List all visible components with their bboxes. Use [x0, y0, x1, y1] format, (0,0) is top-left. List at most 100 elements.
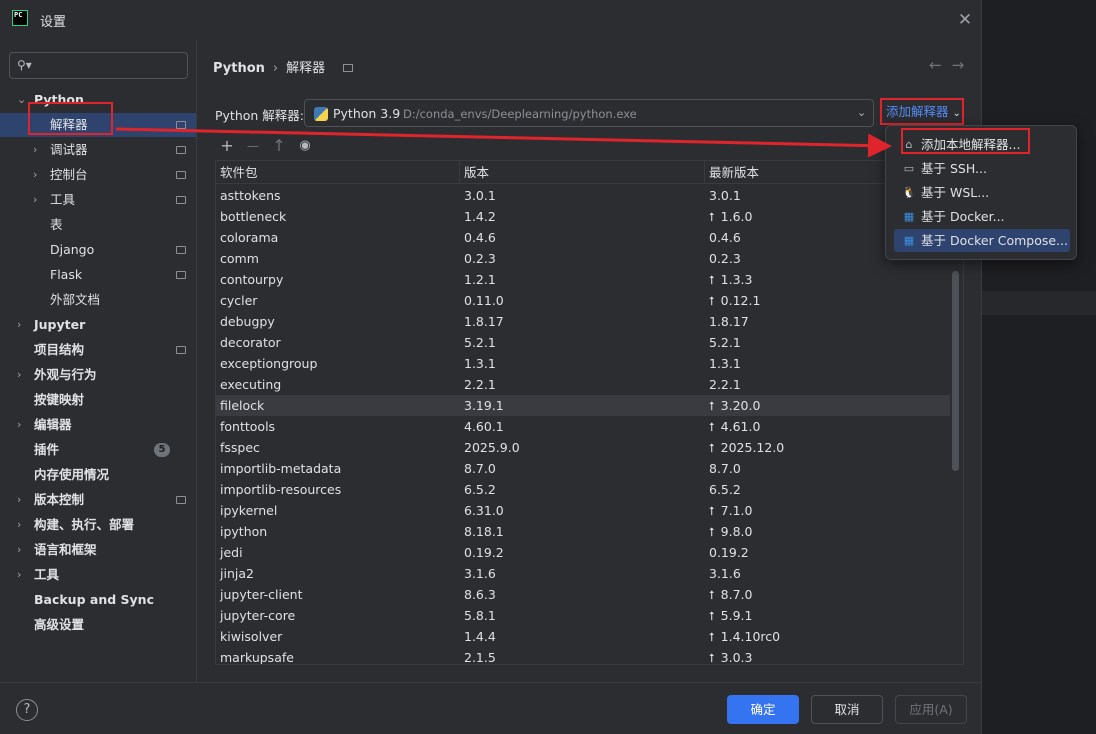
sidebar-item[interactable]: 项目结构	[0, 338, 196, 362]
sidebar-item-label: 表	[50, 217, 63, 232]
package-version-cell: 1.4.4	[464, 629, 496, 644]
table-row[interactable]: importlib-metadata 8.7.0 8.7.0	[216, 458, 950, 479]
table-scrollbar[interactable]	[952, 271, 959, 471]
chevron-down-icon[interactable]: ⌄	[17, 88, 26, 112]
sidebar-item[interactable]: › 外观与行为	[0, 363, 196, 387]
package-version-cell: 1.4.2	[464, 209, 496, 224]
sidebar-item-label: 控制台	[50, 167, 88, 182]
sidebar-item[interactable]: Flask	[0, 263, 196, 287]
add-package-icon[interactable]: +	[217, 136, 237, 156]
sidebar-item[interactable]: 内存使用情况	[0, 463, 196, 487]
table-row[interactable]: jupyter-core 5.8.1 ⭡ 5.9.1	[216, 605, 950, 626]
menu-item-label: 基于 Docker Compose...	[921, 233, 1068, 248]
table-row[interactable]: jinja2 3.1.6 3.1.6	[216, 563, 950, 584]
upgrade-package-icon[interactable]: ↑	[269, 136, 289, 156]
python-icon	[314, 107, 328, 121]
table-row[interactable]: debugpy 1.8.17 1.8.17	[216, 311, 950, 332]
table-row[interactable]: kiwisolver 1.4.4 ⭡ 1.4.10rc0	[216, 626, 950, 647]
sidebar-item[interactable]: Django	[0, 238, 196, 262]
table-row[interactable]: fonttools 4.60.1 ⭡ 4.61.0	[216, 416, 950, 437]
sidebar-item[interactable]: 高级设置	[0, 613, 196, 637]
project-scope-icon	[176, 196, 186, 204]
sidebar-item[interactable]: 外部文档	[0, 288, 196, 312]
package-name-cell: fsspec	[220, 440, 260, 455]
table-row[interactable]: jupyter-client 8.6.3 ⭡ 8.7.0	[216, 584, 950, 605]
close-icon[interactable]: ✕	[956, 11, 974, 29]
sidebar-item[interactable]: › 语言和框架	[0, 538, 196, 562]
interpreter-label: Python 解释器:	[215, 108, 305, 123]
sidebar-item[interactable]: › 编辑器	[0, 413, 196, 437]
package-name-cell: jinja2	[220, 566, 254, 581]
chevron-right-icon[interactable]: ›	[17, 313, 21, 337]
table-row[interactable]: asttokens 3.0.1 3.0.1	[216, 185, 950, 206]
column-header-package[interactable]: 软件包	[216, 161, 460, 184]
show-early-releases-eye-icon[interactable]: ◉	[295, 136, 315, 156]
table-row[interactable]: bottleneck 1.4.2 ⭡ 1.6.0	[216, 206, 950, 227]
column-header-version[interactable]: 版本	[460, 161, 705, 184]
table-row[interactable]: ipython 8.18.1 ⭡ 9.8.0	[216, 521, 950, 542]
menu-item[interactable]: ▦ 基于 Docker Compose...	[894, 229, 1070, 252]
sidebar-item[interactable]: 表	[0, 213, 196, 237]
chevron-right-icon[interactable]: ›	[17, 563, 21, 587]
chevron-right-icon[interactable]: ›	[17, 538, 21, 562]
table-row[interactable]: importlib-resources 6.5.2 6.5.2	[216, 479, 950, 500]
chevron-right-icon[interactable]: ›	[17, 363, 21, 387]
table-row[interactable]: jedi 0.19.2 0.19.2	[216, 542, 950, 563]
package-name-cell: fonttools	[220, 419, 276, 434]
sidebar-item[interactable]: Backup and Sync	[0, 588, 196, 612]
add-interpreter-button[interactable]: 添加解释器 ⌄	[880, 98, 964, 125]
table-row[interactable]: exceptiongroup 1.3.1 1.3.1	[216, 353, 950, 374]
apply-button[interactable]: 应用(A)	[895, 695, 967, 724]
package-name-cell: jupyter-core	[220, 608, 296, 623]
menu-item[interactable]: ▦ 基于 Docker...	[894, 205, 1070, 228]
table-row[interactable]: executing 2.2.1 2.2.1	[216, 374, 950, 395]
sidebar-item[interactable]: › 构建、执行、部署	[0, 513, 196, 537]
pycharm-logo-icon: PC	[12, 10, 28, 26]
help-icon[interactable]: ?	[16, 699, 38, 721]
table-row[interactable]: colorama 0.4.6 0.4.6	[216, 227, 950, 248]
chevron-right-icon[interactable]: ›	[17, 413, 21, 437]
menu-item[interactable]: ▭ 基于 SSH...	[894, 157, 1070, 180]
cancel-button[interactable]: 取消	[811, 695, 883, 724]
interpreter-select[interactable]: Python 3.9 D:/conda_envs/Deeplearning/py…	[304, 99, 874, 127]
table-row[interactable]: filelock 3.19.1 ⭡ 3.20.0	[216, 395, 950, 416]
sidebar-item-label: 高级设置	[34, 617, 85, 632]
chevron-right-icon[interactable]: ›	[33, 138, 37, 162]
sidebar-item[interactable]: › 调试器	[0, 138, 196, 162]
chevron-right-icon[interactable]: ›	[17, 488, 21, 512]
package-name-cell: executing	[220, 377, 282, 392]
sidebar-item[interactable]: › 控制台	[0, 163, 196, 187]
latest-version-text: 3.0.3	[720, 650, 753, 665]
menu-item-label: 基于 WSL...	[921, 185, 990, 200]
table-row[interactable]: ipykernel 6.31.0 ⭡ 7.1.0	[216, 500, 950, 521]
annotation-box-sidebar-interpreter	[28, 102, 113, 135]
menu-item[interactable]: 🐧 基于 WSL...	[894, 181, 1070, 204]
sidebar-item[interactable]: › 版本控制	[0, 488, 196, 512]
sidebar-item[interactable]: › Jupyter	[0, 313, 196, 337]
table-row[interactable]: cycler 0.11.0 ⭡ 0.12.1	[216, 290, 950, 311]
remove-package-icon[interactable]: —	[243, 136, 263, 156]
sidebar-item[interactable]: › 工具	[0, 188, 196, 212]
breadcrumb-root[interactable]: Python	[213, 61, 265, 76]
ok-button[interactable]: 确定	[727, 695, 799, 724]
back-arrow-icon[interactable]: ←	[929, 56, 952, 74]
settings-search-input[interactable]: ⚲▾	[9, 52, 188, 79]
sidebar-item[interactable]: › 工具	[0, 563, 196, 587]
forward-arrow-icon[interactable]: →	[952, 56, 975, 74]
sidebar-item[interactable]: 插件 5	[0, 438, 196, 462]
table-row[interactable]: fsspec 2025.9.0 ⭡ 2025.12.0	[216, 437, 950, 458]
sidebar-item-label: 插件	[34, 442, 60, 457]
table-row[interactable]: markupsafe 2.1.5 ⭡ 3.0.3	[216, 647, 950, 665]
latest-version-text: 1.3.3	[720, 272, 753, 287]
latest-version-text: 1.3.1	[709, 356, 741, 371]
package-version-cell: 2.2.1	[464, 377, 496, 392]
chevron-right-icon[interactable]: ›	[17, 513, 21, 537]
sidebar-item[interactable]: 按键映射	[0, 388, 196, 412]
package-version-cell: 5.8.1	[464, 608, 496, 623]
table-row[interactable]: comm 0.2.3 0.2.3	[216, 248, 950, 269]
chevron-right-icon[interactable]: ›	[33, 188, 37, 212]
package-version-cell: 3.1.6	[464, 566, 496, 581]
table-row[interactable]: decorator 5.2.1 5.2.1	[216, 332, 950, 353]
table-row[interactable]: contourpy 1.2.1 ⭡ 1.3.3	[216, 269, 950, 290]
chevron-right-icon[interactable]: ›	[33, 163, 37, 187]
